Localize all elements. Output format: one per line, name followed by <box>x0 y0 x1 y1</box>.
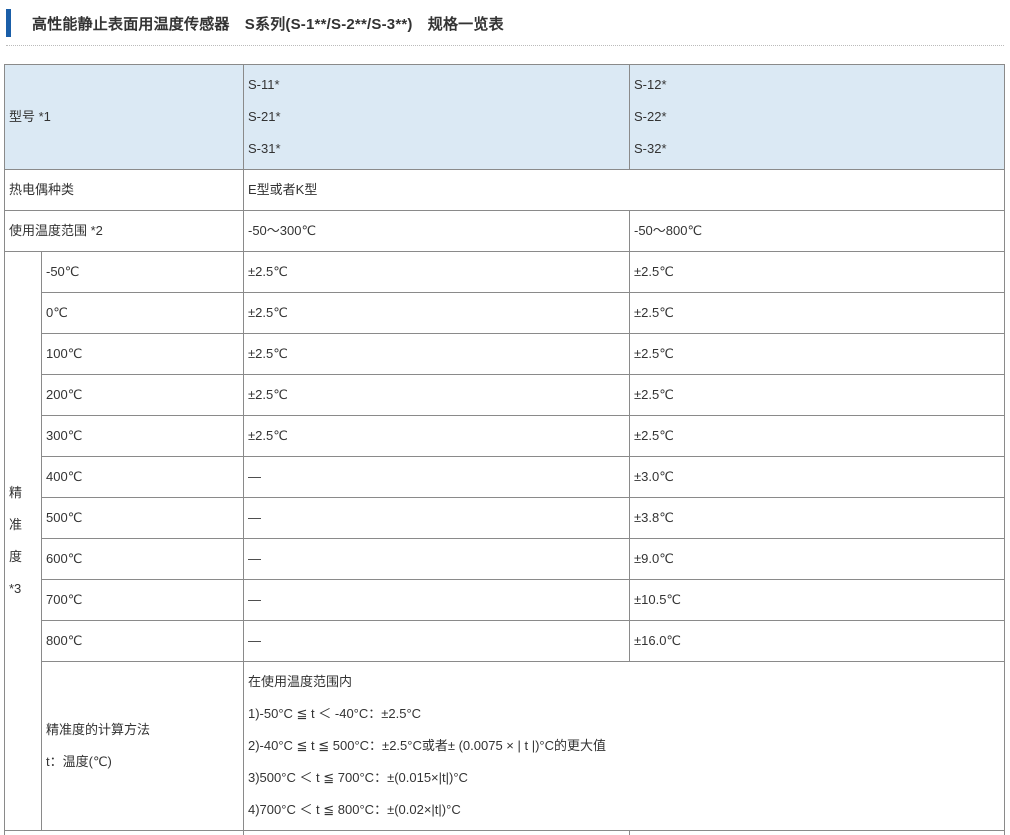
calc-line: 3)500°C ＜ t ≦ 700°C：±(0.015×|t|)°C <box>248 770 468 785</box>
accuracy-col1: — <box>243 456 630 498</box>
accuracy-col2: ±3.8℃ <box>629 497 1005 539</box>
accuracy-temp: 200℃ <box>41 374 244 416</box>
model-col1-item: S-31* <box>248 141 281 156</box>
calc-label: 精准度的计算方法 t：温度(℃) <box>41 661 244 831</box>
spec-page: 高性能静止表面用温度传感器 S系列(S-1**/S-2**/S-3**) 规格一… <box>0 0 1010 835</box>
model-col1-item: S-11* <box>248 77 280 92</box>
range-col2: -50～800℃ <box>629 210 1005 252</box>
accuracy-col1: — <box>243 579 630 621</box>
accuracy-col2: ±2.5℃ <box>629 415 1005 457</box>
table-row: 200℃ ±2.5℃ ±2.5℃ <box>5 374 1005 416</box>
accuracy-label-char: *3 <box>9 581 22 596</box>
table-row <box>4 830 1005 835</box>
thermocouple-label: 热电偶种类 <box>4 169 244 211</box>
table-cell <box>243 830 630 835</box>
table-cell <box>4 830 244 835</box>
model-col2-item: S-32* <box>634 141 667 156</box>
accuracy-temp: 700℃ <box>41 579 244 621</box>
accuracy-col2: ±9.0℃ <box>629 538 1005 580</box>
table-row: 400℃ — ±3.0℃ <box>5 456 1005 498</box>
accuracy-col2: ±2.5℃ <box>629 333 1005 375</box>
accuracy-label-char: 精 <box>9 485 23 500</box>
accuracy-temp: 400℃ <box>41 456 244 498</box>
model-col1: S-11* S-21* S-31* <box>243 64 630 170</box>
heading-divider <box>6 45 1004 46</box>
accuracy-col2: ±2.5℃ <box>629 251 1005 293</box>
table-row: 精准度的计算方法 t：温度(℃) 在使用温度范围内 1)-50°C ≦ t ＜ … <box>5 661 1005 831</box>
accuracy-col1: ±2.5℃ <box>243 251 630 293</box>
section-heading: 高性能静止表面用温度传感器 S系列(S-1**/S-2**/S-3**) 规格一… <box>6 8 1004 38</box>
calc-label-line: 精准度的计算方法 <box>46 722 151 737</box>
accuracy-temp: 100℃ <box>41 333 244 375</box>
calc-line: 在使用温度范围内 <box>248 674 353 689</box>
table-row: 型号 *1 S-11* S-21* S-31* S-12* S-22* S-32… <box>4 64 1005 170</box>
calc-line: 1)-50°C ≦ t ＜ -40°C：±2.5°C <box>248 706 422 721</box>
accuracy-col2: ±2.5℃ <box>629 292 1005 334</box>
accuracy-col1: — <box>243 620 630 662</box>
model-label: 型号 *1 <box>4 64 244 170</box>
table-row: 精 准 度 *3 -50℃ ±2.5℃ ±2.5℃ <box>4 251 1005 831</box>
range-label: 使用温度范围 *2 <box>4 210 244 252</box>
accuracy-col1: ±2.5℃ <box>243 374 630 416</box>
range-col1: -50～300℃ <box>243 210 630 252</box>
calc-label-line: t：温度(℃) <box>46 754 112 769</box>
accuracy-label-char: 度 <box>9 549 23 564</box>
calc-line: 4)700°C ＜ t ≦ 800°C：±(0.02×|t|)°C <box>248 802 461 817</box>
table-row: 0℃ ±2.5℃ ±2.5℃ <box>5 292 1005 334</box>
model-col1-item: S-21* <box>248 109 281 124</box>
table-row: 使用温度范围 *2 -50～300℃ -50～800℃ <box>4 210 1005 252</box>
calc-line: 2)-40°C ≦ t ≦ 500°C：±2.5°C或者± (0.0075 × … <box>248 738 607 753</box>
accuracy-col2: ±2.5℃ <box>629 374 1005 416</box>
table-row: 800℃ — ±16.0℃ <box>5 620 1005 662</box>
accuracy-col2: ±10.5℃ <box>629 579 1005 621</box>
accuracy-col2: ±3.0℃ <box>629 456 1005 498</box>
accuracy-temp: 500℃ <box>41 497 244 539</box>
accuracy-col1: — <box>243 538 630 580</box>
heading-title: 高性能静止表面用温度传感器 S系列(S-1**/S-2**/S-3**) 规格一… <box>32 15 504 33</box>
table-row: 600℃ — ±9.0℃ <box>5 538 1005 580</box>
thermocouple-value: E型或者K型 <box>243 169 1005 211</box>
accuracy-label-char: 准 <box>9 517 23 532</box>
accuracy-col1: ±2.5℃ <box>243 333 630 375</box>
accuracy-temp: 800℃ <box>41 620 244 662</box>
accuracy-col1: ±2.5℃ <box>243 292 630 334</box>
table-row: 100℃ ±2.5℃ ±2.5℃ <box>5 333 1005 375</box>
table-row: 700℃ — ±10.5℃ <box>5 579 1005 621</box>
table-row: 500℃ — ±3.8℃ <box>5 497 1005 539</box>
model-col2-item: S-22* <box>634 109 667 124</box>
accuracy-col2: ±16.0℃ <box>629 620 1005 662</box>
model-col2-item: S-12* <box>634 77 667 92</box>
accuracy-col1: — <box>243 497 630 539</box>
accuracy-temp: 0℃ <box>41 292 244 334</box>
calc-method: 在使用温度范围内 1)-50°C ≦ t ＜ -40°C：±2.5°C 2)-4… <box>243 661 1005 831</box>
accuracy-col1: ±2.5℃ <box>243 415 630 457</box>
heading-accent-bar <box>6 9 11 37</box>
model-col2: S-12* S-22* S-32* <box>629 64 1005 170</box>
accuracy-temp: -50℃ <box>41 251 244 293</box>
spec-table: 型号 *1 S-11* S-21* S-31* S-12* S-22* S-32… <box>4 64 1005 835</box>
accuracy-label: 精 准 度 *3 <box>4 251 42 831</box>
accuracy-temp: 300℃ <box>41 415 244 457</box>
table-row: 300℃ ±2.5℃ ±2.5℃ <box>5 415 1005 457</box>
accuracy-temp: 600℃ <box>41 538 244 580</box>
table-row: 热电偶种类 E型或者K型 <box>4 169 1005 211</box>
table-cell <box>629 830 1005 835</box>
